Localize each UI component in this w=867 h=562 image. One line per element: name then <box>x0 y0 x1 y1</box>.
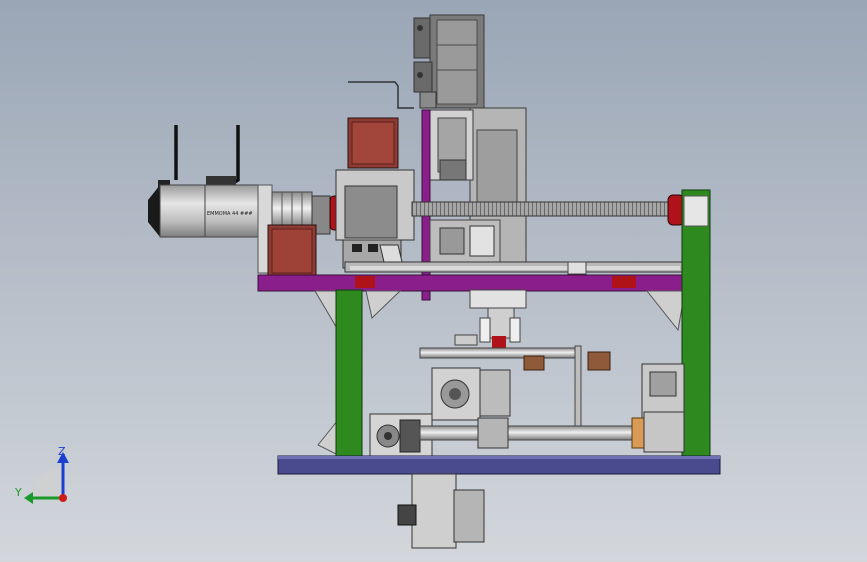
cad-viewport[interactable]: EMMOMA 44 ### Z Y <box>0 0 867 562</box>
y-arrowhead <box>24 492 33 504</box>
base-plate <box>277 455 721 475</box>
lower-left-block <box>431 367 511 421</box>
z-axis-label: Z <box>58 445 66 458</box>
motor-label: EMMOMA 44 ### <box>207 211 253 217</box>
center-gripper <box>454 289 527 348</box>
x-axis-dot <box>59 494 67 502</box>
cable-line <box>348 81 414 109</box>
bottom-motor <box>397 473 485 549</box>
y-axis-label: Y <box>14 486 22 499</box>
assembly-drawing: EMMOMA 44 ### Z Y <box>14 14 721 549</box>
carriage-gearbox <box>335 169 415 269</box>
left-servo-motor: EMMOMA 44 ### <box>148 125 273 274</box>
vertical-motor <box>413 14 485 109</box>
copper-box-lower <box>267 224 317 278</box>
triad-plane <box>30 468 62 500</box>
axis-triad[interactable]: Z Y <box>14 445 69 504</box>
copper-block <box>347 117 399 169</box>
